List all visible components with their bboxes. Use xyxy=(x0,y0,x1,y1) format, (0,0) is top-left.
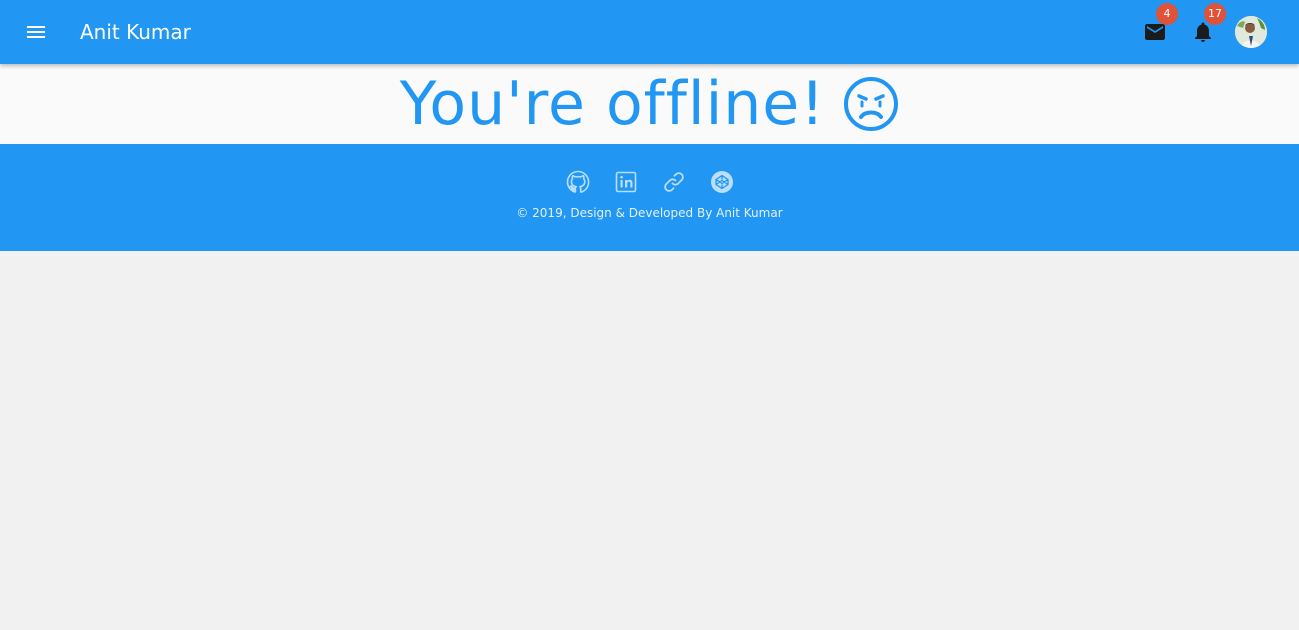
notifications-badge: 17 xyxy=(1204,3,1226,25)
app-bar: Anit Kumar 4 17 xyxy=(0,0,1299,64)
menu-button[interactable] xyxy=(12,8,60,56)
linkedin-icon xyxy=(615,171,636,193)
linkedin-link[interactable] xyxy=(614,170,638,196)
menu-icon xyxy=(27,26,45,38)
offline-message: You're offline! xyxy=(399,69,826,139)
footer: © 2019, Design & Developed By Anit Kumar xyxy=(0,144,1299,251)
app-title[interactable]: Anit Kumar xyxy=(80,0,191,64)
offline-message-row: You're offline! xyxy=(0,64,1299,144)
copyright-text: © 2019, Design & Developed By Anit Kumar xyxy=(516,206,783,220)
social-links xyxy=(0,170,1299,196)
codepen-icon xyxy=(710,171,733,193)
link-icon xyxy=(663,172,684,192)
mail-badge: 4 xyxy=(1156,3,1178,25)
sad-face-icon xyxy=(844,77,899,131)
website-link[interactable] xyxy=(662,170,686,196)
github-link[interactable] xyxy=(566,170,590,196)
profile-avatar[interactable] xyxy=(1235,16,1267,48)
avatar-image xyxy=(1235,16,1267,48)
offline-banner: You're offline! xyxy=(0,64,1299,144)
github-icon xyxy=(566,170,589,193)
codepen-link[interactable] xyxy=(710,170,734,196)
